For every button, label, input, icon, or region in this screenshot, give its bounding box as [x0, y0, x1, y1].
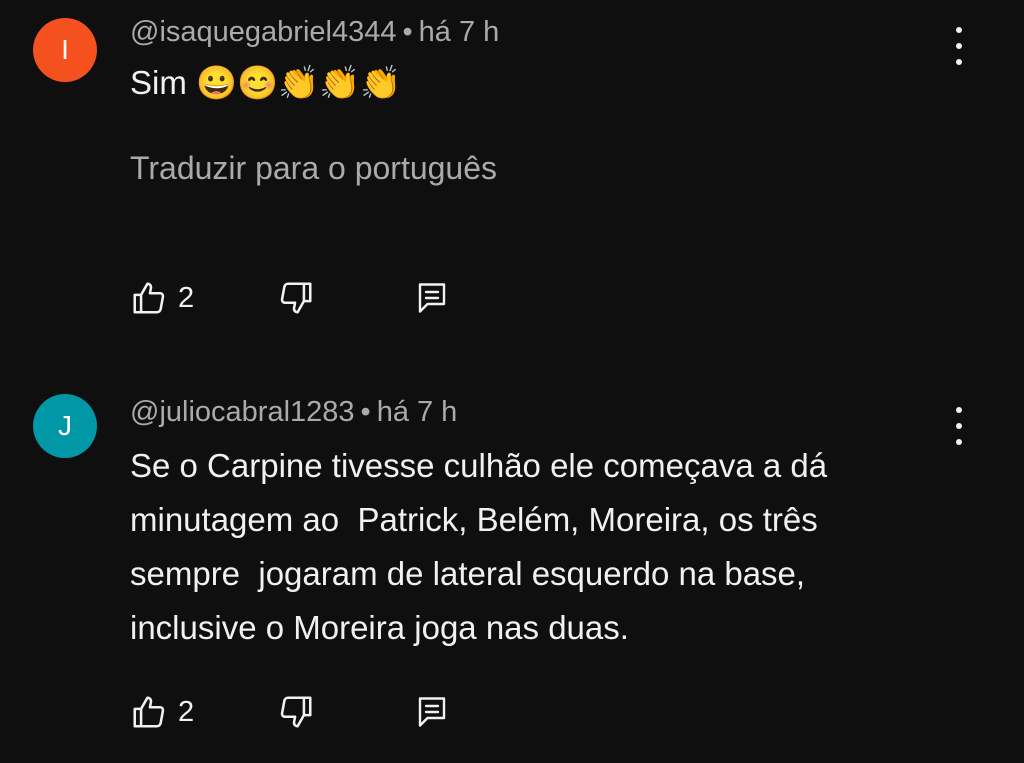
dislike-button[interactable] [277, 279, 315, 317]
like-button[interactable]: 2 [130, 279, 194, 317]
comment-meta: @isaquegabriel4344 • há 7 h [130, 16, 499, 49]
meta-separator: • [402, 16, 413, 48]
author-name[interactable]: @isaquegabriel4344 [130, 16, 396, 48]
meta-separator: • [360, 396, 371, 428]
comment-text: Se o Carpine tivesse culhão ele começava… [130, 447, 828, 646]
comment-reply-icon [418, 697, 446, 727]
comment-text: Sim 😀😊👏👏👏 [130, 64, 402, 101]
dislike-button[interactable] [277, 693, 315, 731]
like-count: 2 [178, 281, 195, 314]
thumbs-down-icon [280, 282, 312, 314]
more-vert-icon[interactable] [944, 23, 974, 69]
like-button[interactable]: 2 [130, 693, 194, 731]
like-count: 2 [178, 695, 195, 728]
thumbs-up-icon [133, 696, 165, 728]
avatar[interactable]: I [33, 18, 97, 82]
avatar-letter: J [58, 410, 72, 441]
thumbs-down-icon [280, 696, 312, 728]
translate-link[interactable]: Traduzir para o português [130, 150, 497, 187]
comment-reply-icon [418, 283, 446, 313]
more-vert-icon[interactable] [944, 403, 974, 449]
reply-button[interactable] [414, 693, 450, 731]
avatar-letter: I [61, 34, 69, 65]
comment-time: há 7 h [376, 396, 458, 428]
avatar[interactable]: J [33, 394, 97, 458]
thumbs-up-icon [133, 282, 165, 314]
reply-button[interactable] [414, 279, 450, 317]
comment-meta: @juliocabral1283 • há 7 h [130, 396, 457, 429]
author-name[interactable]: @juliocabral1283 [130, 396, 355, 428]
comment-time: há 7 h [418, 16, 500, 48]
